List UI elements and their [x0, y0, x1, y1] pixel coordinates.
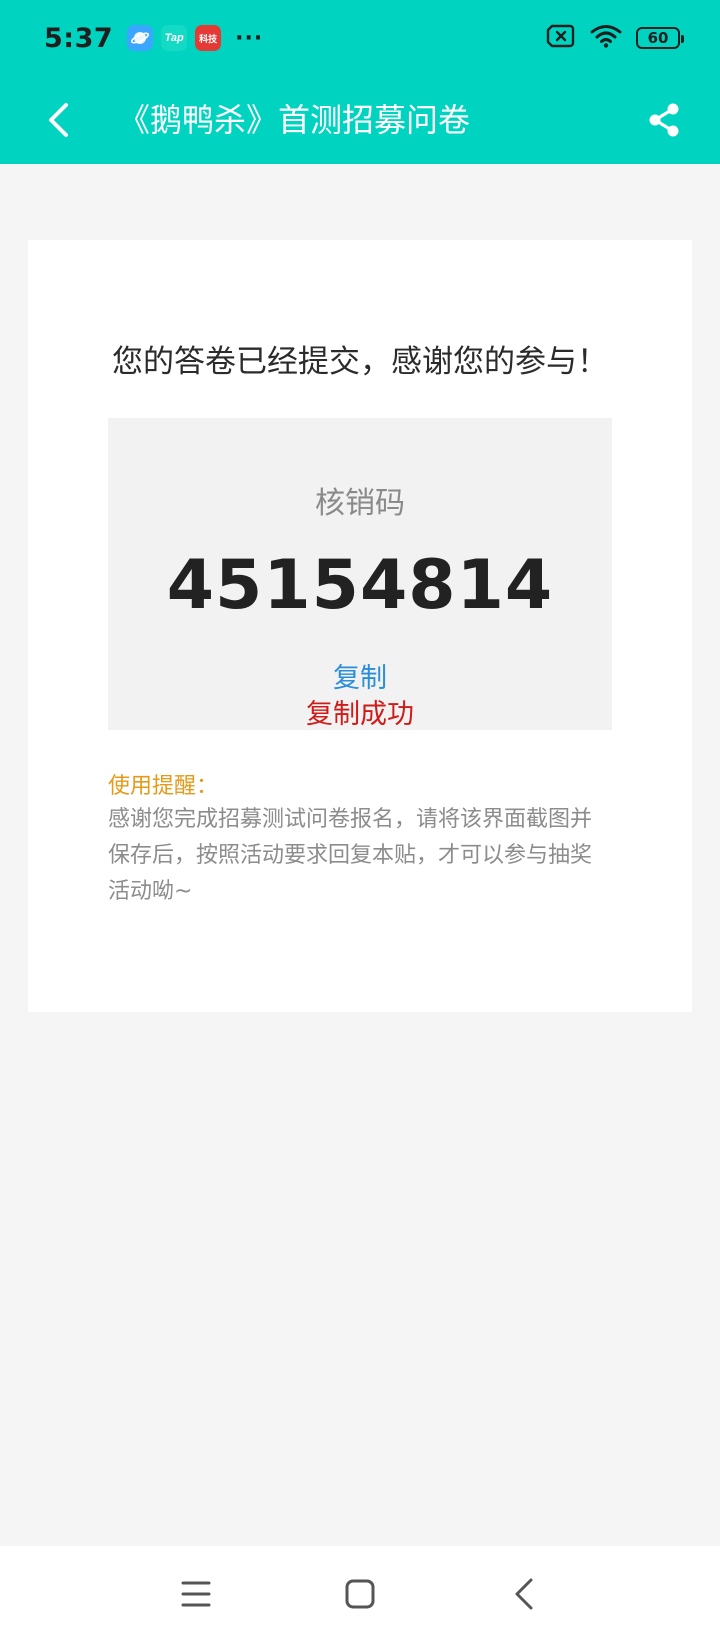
- page-title: 《鹅鸭杀》首测招募问卷: [118, 101, 471, 139]
- taptap-app-icon: Tap: [161, 25, 188, 51]
- browser-app-icon: [127, 25, 154, 51]
- share-icon: [649, 103, 679, 137]
- verification-code-box: 核销码 45154814 复制 复制成功: [108, 418, 612, 730]
- red-app-icon: 科技: [195, 25, 222, 51]
- share-button[interactable]: [636, 92, 692, 148]
- menu-button[interactable]: [170, 1568, 222, 1620]
- status-right: 60: [546, 24, 684, 52]
- home-button[interactable]: [334, 1568, 386, 1620]
- top-header: 5:37 Tap 科技 ··· 60 《鹅鸭杀》首测招募问卷: [0, 0, 720, 164]
- back-icon: [515, 1578, 533, 1610]
- nav-bar: 《鹅鸭杀》首测招募问卷: [0, 76, 720, 164]
- result-card: 您的答卷已经提交，感谢您的参与！ 核销码 45154814 复制 复制成功 使用…: [28, 240, 692, 1012]
- code-label: 核销码: [315, 486, 405, 521]
- status-bar: 5:37 Tap 科技 ··· 60: [0, 0, 720, 76]
- status-time: 5:37: [44, 22, 114, 54]
- system-nav-bar: [0, 1546, 720, 1640]
- tips-title: 使用提醒：: [108, 774, 219, 799]
- wifi-icon: [590, 24, 622, 52]
- verification-code: 45154814: [166, 546, 554, 625]
- tips-body: 感谢您完成招募测试问卷报名，请将该界面截图并保存后，按照活动要求回复本贴，才可以…: [108, 807, 593, 904]
- back-button[interactable]: [30, 92, 86, 148]
- copy-success-text: 复制成功: [306, 699, 414, 730]
- submission-message: 您的答卷已经提交，感谢您的参与！: [112, 344, 608, 380]
- system-back-button[interactable]: [498, 1568, 550, 1620]
- more-notifications-icon: ···: [235, 25, 264, 51]
- status-app-icons: Tap 科技 ···: [127, 25, 263, 51]
- copy-button[interactable]: 复制: [108, 656, 612, 695]
- home-icon: [345, 1579, 375, 1609]
- battery-icon: 60: [636, 27, 684, 49]
- menu-icon: [181, 1581, 211, 1607]
- chevron-left-icon: [49, 103, 68, 137]
- no-sim-icon: [546, 24, 576, 52]
